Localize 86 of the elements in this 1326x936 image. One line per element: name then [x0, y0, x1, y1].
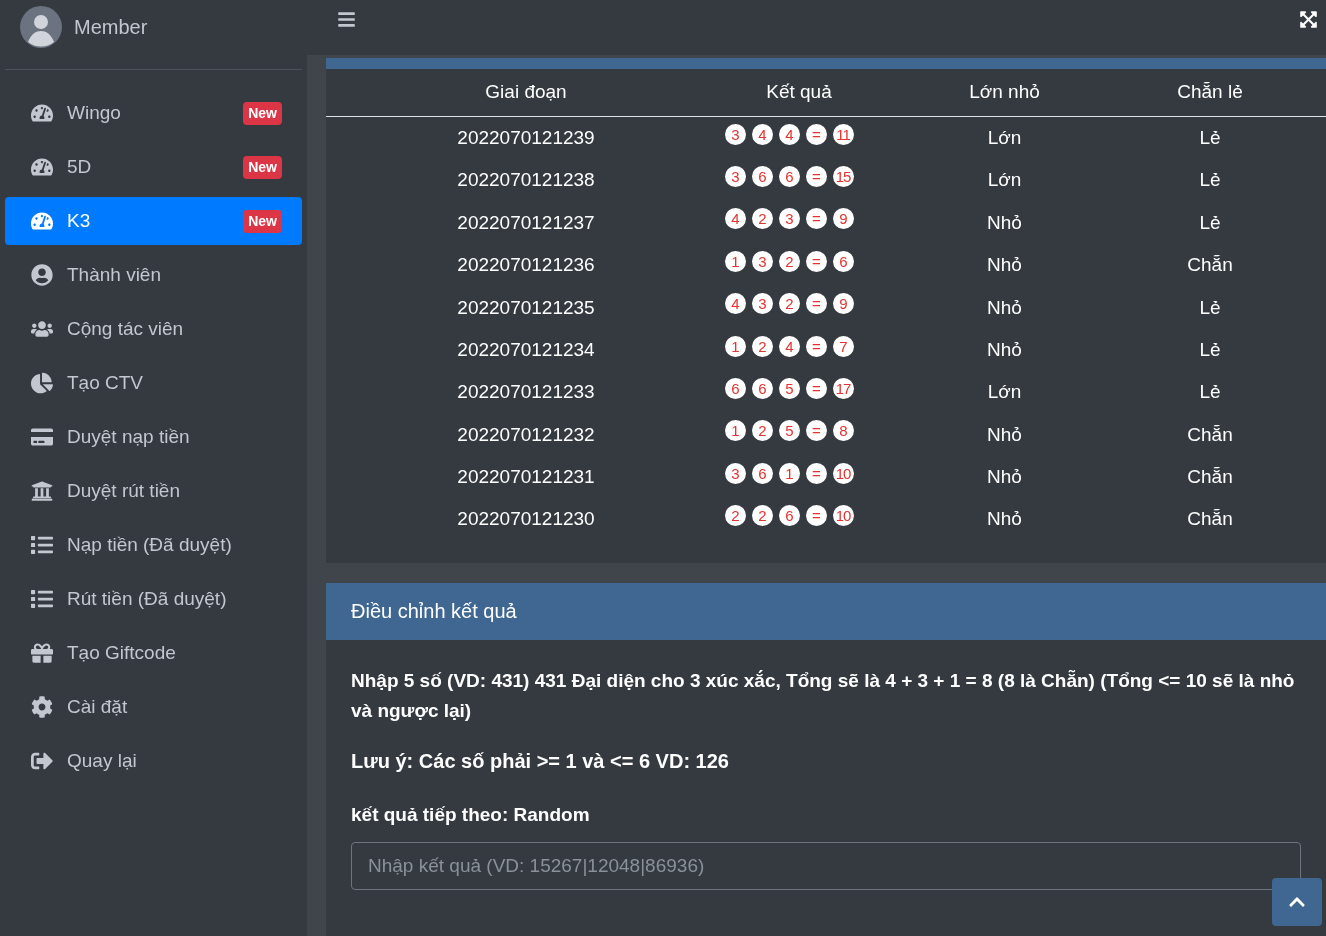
- gauge-icon: [30, 210, 53, 232]
- sidebar-item[interactable]: Nạp tiền (Đã duyệt): [5, 521, 302, 569]
- new-badge: New: [243, 155, 282, 179]
- column-header: Kết quả: [765, 80, 833, 105]
- table-cell-text: 2022070121234: [456, 337, 596, 362]
- sidebar-item[interactable]: Tạo Giftcode: [5, 629, 302, 677]
- credit-card-icon: [30, 426, 53, 448]
- sidebar-label: Quay lại: [67, 748, 138, 773]
- table-cell-text: Chẵn: [1186, 422, 1234, 447]
- gift-icon: [30, 642, 53, 664]
- gauge-icon: [30, 102, 53, 124]
- table-cell-text: Lẻ: [1198, 125, 1222, 150]
- sidebar-label: K3: [67, 208, 92, 233]
- settings-icon: [30, 696, 53, 718]
- sidebar-label: Tạo CTV: [67, 370, 145, 395]
- sidebar-label: Duyệt rút tiền: [67, 478, 181, 503]
- sidebar-item[interactable]: Quay lại: [5, 737, 302, 785]
- table-cell-text: Chẵn: [1186, 507, 1234, 532]
- table-cell-text: 2022070121239: [456, 125, 596, 150]
- column-header: Lớn nhỏ: [968, 80, 1041, 105]
- user-name: Member: [74, 15, 148, 40]
- sidebar-item[interactable]: Duyệt rút tiền: [5, 467, 302, 515]
- table-cell-text: Lẻ: [1198, 295, 1222, 320]
- sidebar-item[interactable]: Cộng tác viên: [5, 305, 302, 353]
- sidebar-label: Thành viên: [67, 262, 162, 287]
- table-cell-text: Nhỏ: [986, 210, 1023, 235]
- sidebar-item[interactable]: Cài đặt: [5, 683, 302, 731]
- list-icon: [30, 588, 53, 610]
- sidebar-item[interactable]: K3 New: [5, 197, 302, 245]
- table-cell-text: 2022070121233: [456, 380, 596, 405]
- note-text: Lưu ý: Các số phải >= 1 và <= 6 VD: 126: [351, 748, 730, 774]
- scroll-top-button[interactable]: [1272, 878, 1322, 926]
- table-cell-text: Lớn: [986, 125, 1023, 150]
- sidebar-label: Cài đặt: [67, 694, 129, 719]
- table-cell-text: Lẻ: [1198, 337, 1222, 362]
- exit-icon: [30, 750, 53, 772]
- table-cell-text: 2022070121232: [456, 422, 596, 447]
- table-cell-text: Lẻ: [1198, 168, 1222, 193]
- table-cell-text: Nhỏ: [986, 337, 1023, 362]
- sidebar-label: Nạp tiền (Đã duyệt): [67, 532, 233, 557]
- sidebar-label: Wingo: [67, 100, 122, 125]
- table-cell-text: Nhỏ: [986, 465, 1023, 490]
- card-title: Điều chỉnh kết quả: [351, 599, 517, 625]
- table-cell-text: 2022070121238: [456, 168, 596, 193]
- table-cell-text: Nhỏ: [986, 422, 1023, 447]
- new-badge: New: [243, 101, 282, 125]
- sidebar-label: Tạo Giftcode: [67, 640, 177, 665]
- instructions-text: Nhập 5 số (VD: 431) 431 Đại diện cho 3 xúc xắc, Tổng sẽ là 4 + 3 + 1 = 8 (8 là Chẵn) (Tổng <= 10 sẽ là nhỏ và ngược lại): [351, 668, 1296, 723]
- table-cell-text: Lớn: [986, 380, 1023, 405]
- sidebar-item[interactable]: Thành viên: [5, 251, 302, 299]
- table-cell-text: Nhỏ: [986, 295, 1023, 320]
- result-input-field[interactable]: Nhập kết quả (VD: 15267|12048|86936): [351, 842, 1301, 891]
- table-cell-text: Lớn: [986, 168, 1023, 193]
- pie-chart-icon: [30, 372, 53, 394]
- table-cell-text: 2022070121236: [456, 253, 596, 278]
- table-cell-text: 2022070121235: [456, 295, 596, 320]
- table-cell-text: Chẵn: [1186, 253, 1234, 278]
- table-cell-text: Chẵn: [1186, 465, 1234, 490]
- next-result-label: kết quả tiếp theo: Random: [351, 802, 591, 827]
- sidebar-item[interactable]: Duyệt nạp tiền: [5, 413, 302, 461]
- table-cell-text: 2022070121230: [456, 507, 596, 532]
- table-cell-text: 2022070121237: [456, 210, 596, 235]
- table-cell-text: Lẻ: [1198, 210, 1222, 235]
- avatar-icon: [20, 6, 62, 48]
- sidebar-label: 5D: [67, 154, 93, 179]
- bank-icon: [30, 480, 53, 502]
- sidebar-label: Cộng tác viên: [67, 316, 185, 341]
- gauge-icon: [30, 156, 53, 178]
- table-cell-text: Nhỏ: [986, 253, 1023, 278]
- table-cell-text: Nhỏ: [986, 507, 1023, 532]
- users-icon: [30, 318, 53, 340]
- fullscreen-icon[interactable]: [1299, 10, 1318, 29]
- sidebar-label: Duyệt nạp tiền: [67, 424, 191, 449]
- sidebar-item[interactable]: Rút tiền (Đã duyệt): [5, 575, 302, 623]
- table-cell-text: Lẻ: [1198, 380, 1222, 405]
- column-header: Giai đoạn: [484, 80, 568, 105]
- user-icon: [30, 264, 53, 286]
- sidebar-item[interactable]: Tạo CTV: [5, 359, 302, 407]
- sidebar-item[interactable]: Wingo New: [5, 89, 302, 137]
- sidebar-item[interactable]: 5D New: [5, 143, 302, 191]
- new-badge: New: [243, 209, 282, 233]
- table-cell-text: 2022070121231: [456, 465, 596, 490]
- column-header: Chẵn lẻ: [1176, 80, 1244, 105]
- sidebar-label: Rút tiền (Đã duyệt): [67, 586, 228, 611]
- list-icon: [30, 534, 53, 556]
- menu-icon[interactable]: [337, 10, 356, 29]
